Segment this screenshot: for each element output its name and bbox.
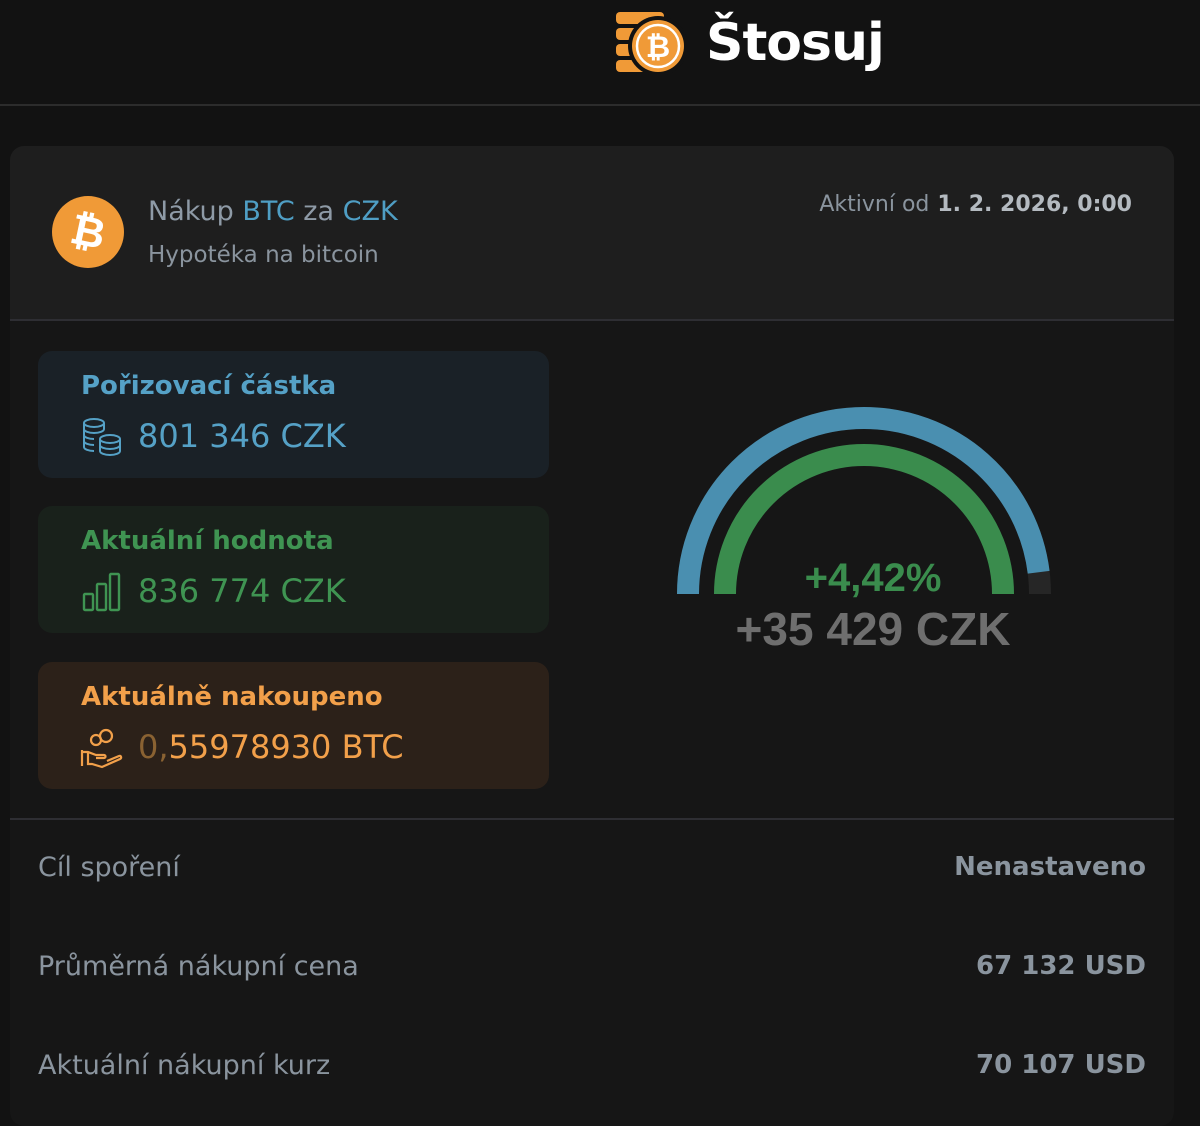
stat-bought-card: Aktuálně nakoupeno 0,55978930 BTC [38,662,549,789]
detail-value-avg-price: 67 132 USD [976,951,1146,981]
brand-logo[interactable]: ₿ Štosuj [612,6,885,80]
gauge-absolute: +35 429 CZK [735,603,1011,655]
svg-text:₿: ₿ [646,30,670,65]
stat-bought-label: Aktuálně nakoupeno [81,682,383,712]
top-bar: ₿ Štosuj [0,0,1200,106]
detail-row: Cíl spoření Nenastaveno [38,852,1146,892]
stat-bought-value-dim: 0, [138,728,169,766]
active-date: 1. 2. 2026, 0:00 [937,192,1132,217]
detail-row: Aktuální nákupní kurz 70 107 USD [38,1050,1146,1090]
detail-value-goal: Nenastaveno [954,852,1146,882]
stat-cost-card: Pořizovací částka 801 346 CZK [38,351,549,478]
plan-title-prefix: Nákup [148,196,234,227]
stat-bought-value-main: 55978930 BTC [168,728,404,766]
plan-header: ₿ Nákup BTC za CZK Hypotéka na bitcoin A… [10,146,1174,321]
brand-name: Štosuj [706,13,885,73]
section-divider [10,818,1174,820]
stat-current-card: Aktuální hodnota 836 774 CZK [38,506,549,633]
svg-text:₿: ₿ [66,204,110,259]
plan-active-since: Aktivní od 1. 2. 2026, 0:00 [819,192,1132,217]
stat-cost-value: 801 346 CZK [138,417,346,455]
plan-subtitle: Hypotéka na bitcoin [148,242,379,268]
stat-current-label: Aktuální hodnota [81,526,334,556]
plan-asset: BTC [242,196,295,227]
stat-bought-value: 0,55978930 BTC [138,728,404,766]
coins-icon [83,418,121,457]
plan-title: Nákup BTC za CZK [148,196,398,227]
hand-coins-icon [80,728,123,769]
bar-chart-icon [82,572,121,612]
plan-currency: CZK [342,196,398,227]
coin-stack-logo-icon: ₿ [616,12,688,76]
detail-row: Průměrná nákupní cena 67 132 USD [38,951,1146,991]
bitcoin-icon: ₿ [52,196,124,268]
stat-current-value: 836 774 CZK [138,572,346,610]
detail-key-current-rate: Aktuální nákupní kurz [38,1050,331,1081]
detail-key-goal: Cíl spoření [38,852,180,883]
detail-key-avg-price: Průměrná nákupní cena [38,951,359,982]
detail-value-current-rate: 70 107 USD [976,1050,1146,1080]
plan-title-mid: za [303,196,335,227]
gauge-percent: +4,42% [804,556,942,600]
active-label: Aktivní od [819,192,930,217]
savings-plan-card: ₿ Nákup BTC za CZK Hypotéka na bitcoin A… [10,146,1174,1126]
stat-cost-label: Pořizovací částka [81,371,337,401]
